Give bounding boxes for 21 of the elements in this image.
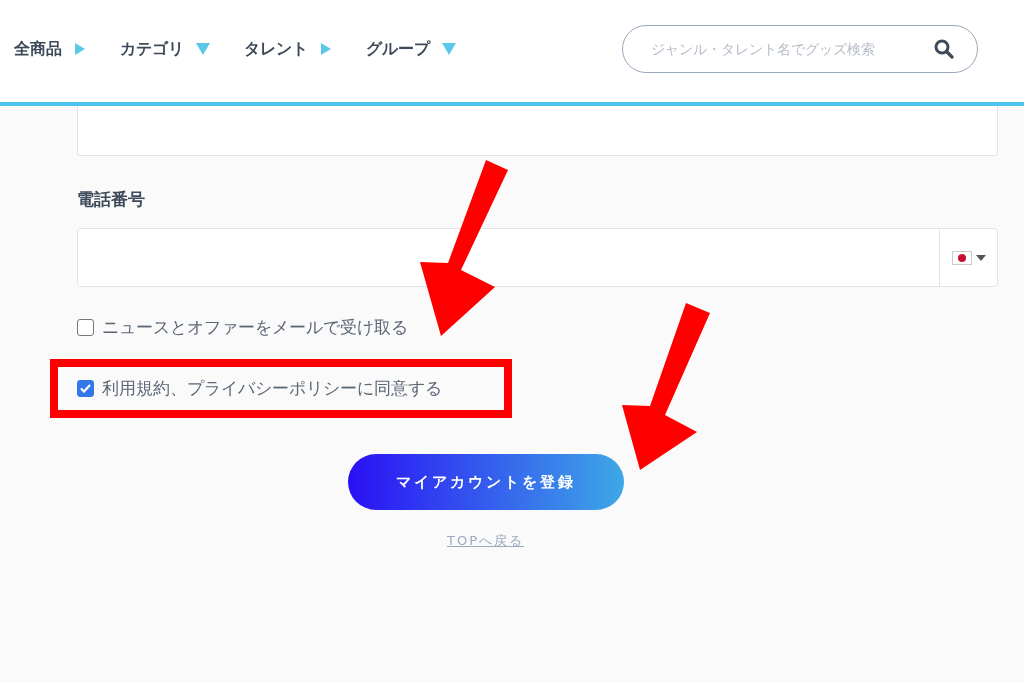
check-icon [80, 384, 91, 393]
checkbox[interactable] [77, 319, 94, 336]
search-icon[interactable] [934, 39, 954, 59]
caret-down-icon [196, 43, 210, 55]
nav-link[interactable]: カテゴリ [120, 38, 210, 60]
register-button[interactable]: マイアカウントを登録 [347, 454, 624, 510]
phone-field[interactable] [77, 228, 998, 287]
flag-icon [951, 250, 972, 265]
play-icon [74, 43, 86, 55]
caret-down-icon [975, 254, 986, 261]
checkbox-option[interactable]: ニュースとオファーをメールで受け取る [77, 316, 998, 339]
search-field[interactable]: ジャンル・タレント名でグッズ検索 [622, 25, 978, 73]
caret-down-icon [442, 43, 456, 55]
checkbox[interactable] [77, 380, 94, 397]
play-icon [320, 43, 332, 55]
field-label: 電話番号 [77, 188, 146, 211]
nav-link[interactable]: 全商品 [14, 38, 86, 60]
input-field[interactable] [77, 106, 998, 156]
nav-link[interactable]: タレント [244, 38, 332, 60]
nav-link[interactable]: グループ [366, 38, 456, 60]
checkbox-option[interactable]: 利用規約、プライバシーポリシーに同意する [77, 377, 485, 400]
